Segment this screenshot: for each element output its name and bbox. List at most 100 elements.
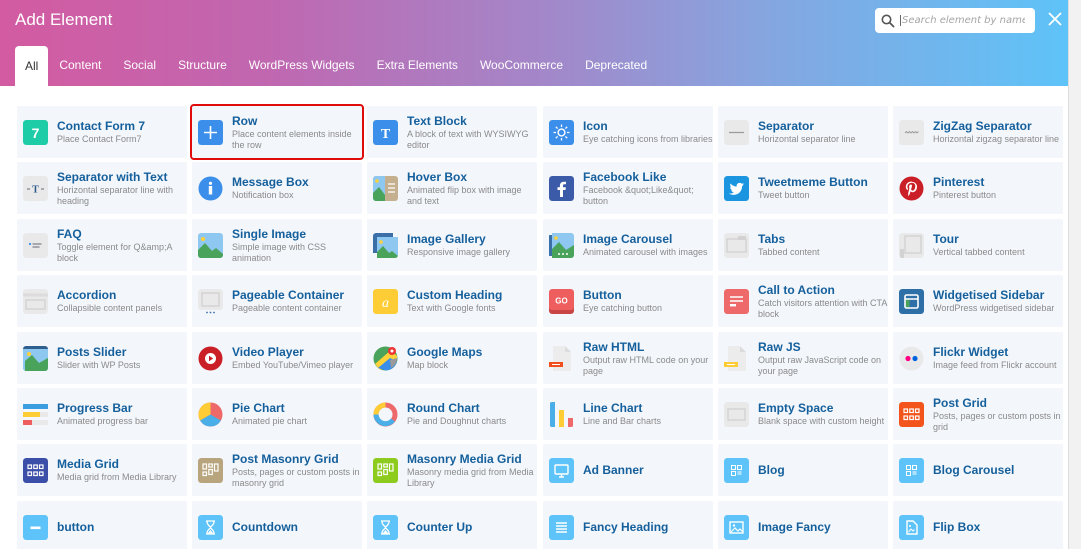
element-name: Counter Up [407,520,473,534]
monitor-icon [549,457,574,483]
element-tile-widgetised-sidebar[interactable]: Widgetised Sidebar WordPress widgetised s… [893,275,1063,327]
element-name: Masonry Media Grid [407,451,522,466]
element-tile-google-maps[interactable]: Google Maps Map block [367,332,537,384]
element-tile-blog[interactable]: Blog [718,444,888,496]
element-tile-raw-html[interactable]: Raw HTML Output raw HTML code on your pag… [543,332,713,384]
element-name: Flickr Widget [933,345,1009,359]
element-name: Video Player [232,345,304,359]
tab-content[interactable]: Content [48,46,112,84]
svg-text:T: T [381,127,391,142]
tab-social[interactable]: Social [112,46,167,84]
element-tile-separator[interactable]: Separator Horizontal separator line [718,106,888,158]
contact-form-7-icon: 7 [23,119,48,145]
tab-woocommerce[interactable]: WooCommerce [469,46,574,84]
element-tile-line-chart[interactable]: Line Chart Line and Bar charts [543,388,713,440]
element-tile-flip-box[interactable]: Flip Box [893,501,1063,549]
element-tile-video-player[interactable]: Video Player Embed YouTube/Vimeo player [192,332,362,384]
element-name: Tour [933,232,959,246]
element-text: Image Fancy [758,520,831,534]
element-tile-post-grid[interactable]: Post Grid Posts, pages or custom posts in… [893,388,1063,440]
element-tile-button[interactable]: button [17,501,187,549]
element-tile-contact-form-7[interactable]: 7 Contact Form 7 Place Contact Form7 [17,106,187,158]
element-name: Post Grid [933,395,988,410]
element-tile-image-gallery[interactable]: Image Gallery Responsive image gallery [367,219,537,271]
element-tile-accordion[interactable]: Accordion Collapsible content panels [17,275,187,327]
element-tile-button[interactable]: GO Button Eye catching button [543,275,713,327]
element-tile-empty-space[interactable]: Empty Space Blank space with custom heigh… [718,388,888,440]
element-tile-tour[interactable]: Tour Vertical tabbed content [893,219,1063,271]
element-description: Eye catching icons from libraries [583,134,713,144]
element-tile-ad-banner[interactable]: Ad Banner [543,444,713,496]
element-tile-custom-heading[interactable]: a Custom Heading Text with Google fonts [367,275,537,327]
separator-line-icon [724,119,749,145]
element-text: FAQ Toggle element for Q&amp;A block [57,227,187,264]
element-name: Row [232,113,258,128]
search-box[interactable] [875,8,1035,33]
element-name: Button [583,288,622,302]
element-text: Post Masonry Grid Posts, pages or custom … [232,452,362,489]
element-name: ZigZag Separator [933,119,1032,133]
element-tile-row[interactable]: Row Place content elements inside the row [190,104,364,160]
accordion-icon [23,288,48,314]
element-description: Collapsible content panels [57,303,163,313]
element-tile-round-chart[interactable]: Round Chart Pie and Doughnut charts [367,388,537,440]
tab-all[interactable]: All [15,46,49,86]
scrollbar[interactable] [1068,0,1081,549]
element-tile-facebook-like[interactable]: Facebook Like Facebook &quot;Like&quot; b… [543,162,713,214]
element-tile-zigzag-separator[interactable]: ZigZag Separator Horizontal zigzag separa… [893,106,1063,158]
minus-button-icon [23,514,48,540]
tab-deprecated[interactable]: Deprecated [574,46,658,84]
element-name: Pie Chart [232,401,285,415]
element-tile-image-carousel[interactable]: Image Carousel Animated carousel with ima… [543,219,713,271]
element-tile-pageable-container[interactable]: Pageable Container Pageable content conta… [192,275,362,327]
element-name: Widgetised Sidebar [933,288,1045,302]
element-description: Animated progress bar [57,416,149,426]
tab-structure[interactable]: Structure [167,46,238,84]
element-tile-icon[interactable]: Icon Eye catching icons from libraries [543,106,713,158]
element-text: Row Place content elements inside the row [232,114,362,151]
dialog-header: Add Element All Content Social Structure… [0,0,1068,86]
element-tile-pinterest[interactable]: Pinterest Pinterest button [893,162,1063,214]
element-tile-progress-bar[interactable]: Progress Bar Animated progress bar [17,388,187,440]
element-tile-single-image[interactable]: Single Image Simple image with CSS animat… [192,219,362,271]
element-text: Media Grid Media grid from Media Library [57,457,177,483]
element-text: ZigZag Separator Horizontal zigzag separa… [933,119,1059,145]
element-tile-separator-with-text[interactable]: T Separator with Text Horizontal separator… [17,162,187,214]
element-tile-call-to-action[interactable]: Call to Action Catch visitors attention w… [718,275,888,327]
tab-extra-elements[interactable]: Extra Elements [366,46,469,84]
element-tile-posts-slider[interactable]: Posts Slider Slider with WP Posts [17,332,187,384]
element-tile-tweetmeme-button[interactable]: Tweetmeme Button Tweet button [718,162,888,214]
element-name: Image Fancy [758,520,831,534]
search-input[interactable] [900,15,1025,26]
element-tile-counter-up[interactable]: Counter Up [367,501,537,549]
element-description: Posts, pages or custom posts in grid [933,410,1061,432]
element-tile-tabs[interactable]: Tabs Tabbed content [718,219,888,271]
element-description: Posts, pages or custom posts in masonry … [232,466,360,488]
element-description: Animated pie chart [232,416,308,426]
element-tile-image-fancy[interactable]: Image Fancy [718,501,888,549]
element-tile-hover-box[interactable]: Hover Box Animated flip box with image an… [367,162,537,214]
element-text: Tour Vertical tabbed content [933,232,1025,258]
element-tile-flickr-widget[interactable]: Flickr Widget Image feed from Flickr acco… [893,332,1063,384]
element-text: Text Block A block of text with WYSIWYG e… [407,114,537,151]
element-tile-text-block[interactable]: T Text Block A block of text with WYSIWYG … [367,106,537,158]
element-tile-masonry-media-grid[interactable]: Masonry Media Grid Masonry media grid fro… [367,444,537,496]
tab-wordpress-widgets[interactable]: WordPress Widgets [238,46,366,84]
element-text: Message Box Notification box [232,175,309,201]
pie-chart-icon [198,402,223,427]
facebook-icon [549,175,574,201]
element-tile-countdown[interactable]: Countdown [192,501,362,549]
element-tile-fancy-heading[interactable]: Fancy Heading [543,501,713,549]
element-tile-blog-carousel[interactable]: Blog Carousel [893,444,1063,496]
element-tile-message-box[interactable]: Message Box Notification box [192,162,362,214]
svg-text:7: 7 [32,125,40,141]
element-tile-media-grid[interactable]: Media Grid Media grid from Media Library [17,444,187,496]
element-tile-raw-js[interactable]: Raw JS Output raw JavaScript code on your… [718,332,888,384]
blog-carousel-icon [899,457,924,483]
element-description: Image feed from Flickr account [933,360,1057,370]
element-tile-post-masonry-grid[interactable]: Post Masonry Grid Posts, pages or custom … [192,444,362,496]
element-text: Image Carousel Animated carousel with ima… [583,232,708,258]
close-button[interactable] [1046,10,1064,28]
element-tile-pie-chart[interactable]: Pie Chart Animated pie chart [192,388,362,440]
element-tile-faq[interactable]: FAQ Toggle element for Q&amp;A block [17,219,187,271]
